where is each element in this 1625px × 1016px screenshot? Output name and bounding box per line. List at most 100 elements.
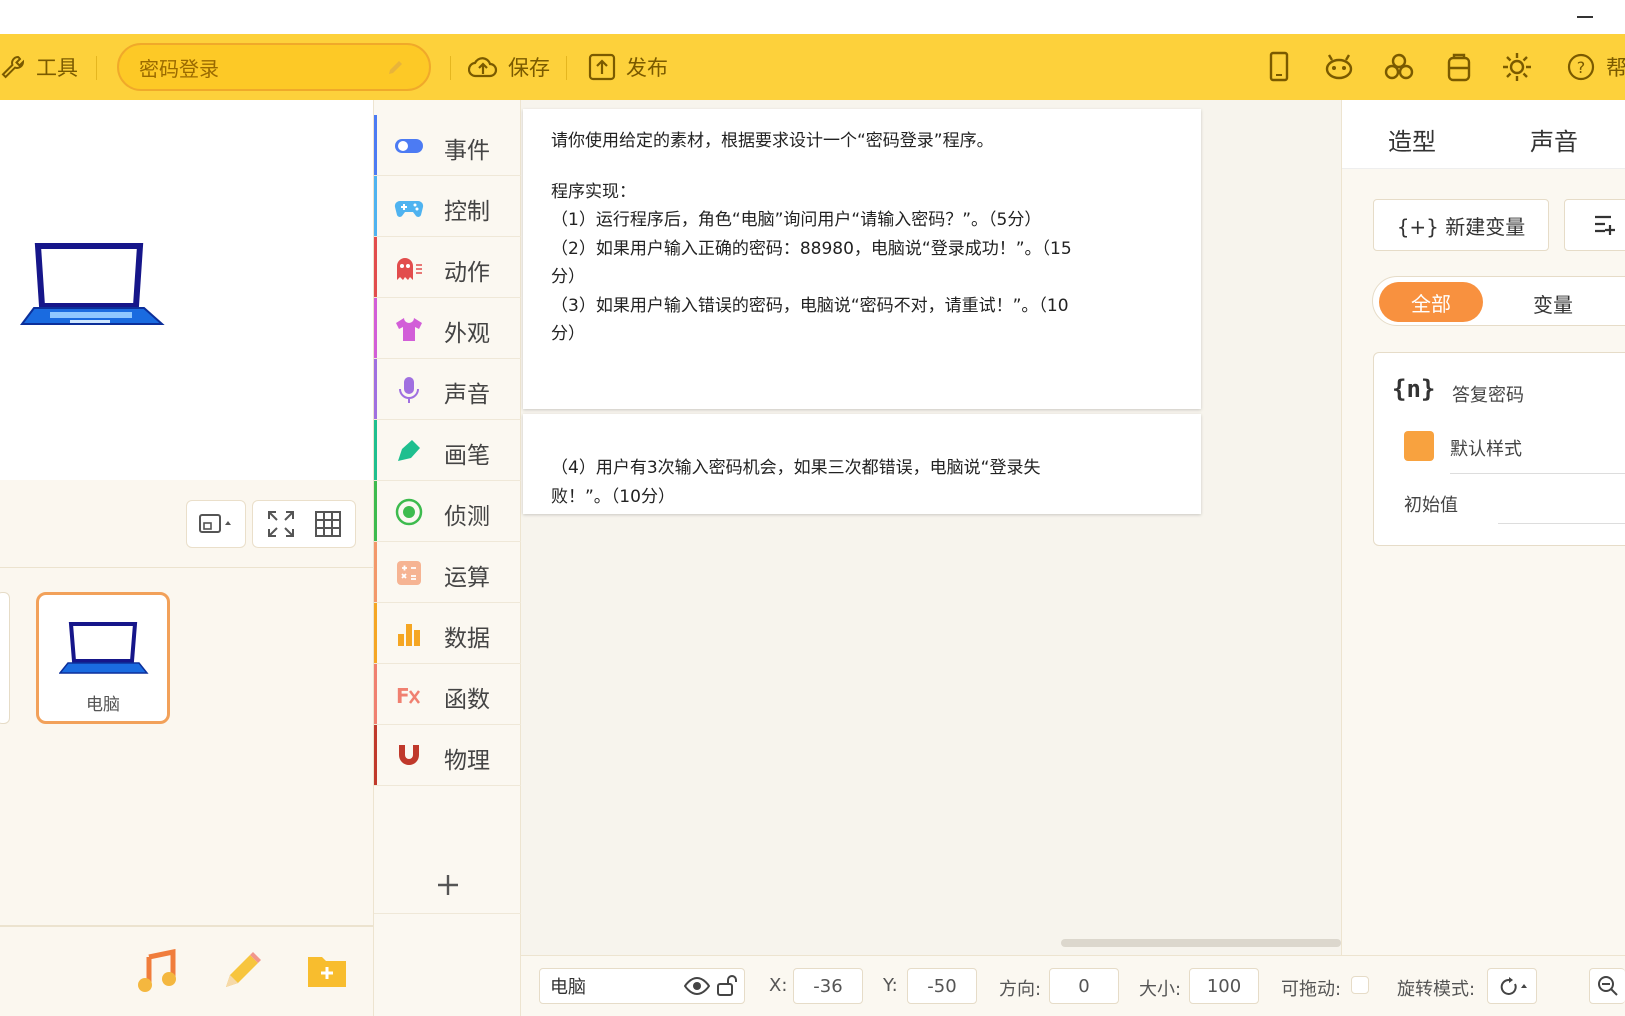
size-input[interactable]: 100 — [1189, 968, 1259, 1004]
magnet-icon — [399, 745, 419, 765]
direction-input[interactable]: 0 — [1049, 968, 1119, 1004]
variable-list-button[interactable] — [1564, 199, 1625, 251]
publish-label: 发布 — [626, 56, 668, 80]
paint-pencil-icon[interactable] — [218, 949, 264, 995]
task-item-3: （3）如果用户输入错误的密码，电脑说“密码不对，请重试！”。（10 — [551, 295, 1069, 316]
tab-sounds[interactable]: 声音 — [1530, 122, 1578, 157]
task-description-card-2: （4）用户有3次输入密码机会，如果三次都错误，电脑说“登录失 败！”。（10分） — [523, 414, 1201, 514]
pencil-icon[interactable] — [387, 58, 405, 76]
tools-menu[interactable]: 工具 — [0, 34, 78, 100]
publish-icon — [588, 53, 616, 81]
eye-icon[interactable] — [684, 976, 710, 996]
list-add-icon — [1595, 215, 1615, 235]
tab-costumes[interactable]: 造型 — [1388, 122, 1436, 157]
zoom-out-button[interactable] — [1589, 968, 1625, 1004]
save-label: 保存 — [508, 56, 550, 80]
stage-size-button[interactable] — [186, 500, 246, 548]
category-events[interactable]: 事件 — [374, 115, 521, 176]
category-label: 物理 — [444, 748, 490, 774]
shirt-icon — [396, 318, 422, 341]
folder-add-icon[interactable] — [306, 949, 348, 991]
category-control[interactable]: 控制 — [374, 176, 521, 237]
category-looks[interactable]: 外观 — [374, 298, 521, 359]
category-label: 侦测 — [444, 504, 490, 530]
divider — [1450, 473, 1625, 474]
ghost-icon — [397, 258, 422, 280]
sprite-name-value: 电脑 — [550, 977, 586, 998]
initial-value-input[interactable] — [1498, 523, 1625, 524]
variable-style[interactable]: 默认样式 — [1450, 435, 1522, 461]
grid-icon[interactable] — [314, 510, 342, 538]
robot-face-icon[interactable] — [1322, 50, 1356, 84]
category-label: 函数 — [444, 687, 490, 713]
add-extension-button[interactable] — [374, 856, 521, 914]
zoom-out-icon — [1597, 976, 1618, 996]
size-label: 大小: — [1139, 979, 1182, 1000]
laptop-sprite[interactable] — [20, 242, 165, 330]
x-label: X: — [769, 975, 788, 996]
style-color-swatch[interactable] — [1404, 431, 1434, 461]
tablet-icon[interactable] — [1262, 50, 1296, 84]
gear-icon[interactable] — [1500, 50, 1534, 84]
category-motion[interactable]: 动作 — [374, 237, 521, 298]
category-pen[interactable]: 画笔 — [374, 420, 521, 481]
fullscreen-icon[interactable] — [266, 509, 296, 539]
stage-canvas[interactable] — [0, 100, 373, 480]
category-label: 运算 — [444, 565, 490, 591]
horizontal-scrollbar[interactable] — [1061, 939, 1341, 947]
y-input[interactable]: -50 — [907, 968, 977, 1004]
variable-name: 答复密码 — [1452, 385, 1524, 406]
task-item-4-cont: 败！”。（10分） — [551, 486, 675, 507]
stage-tools — [0, 480, 373, 568]
variable-card[interactable]: {n} 答复密码 默认样式 初始值 — [1373, 352, 1625, 546]
category-color-bar — [374, 115, 377, 175]
category-label: 事件 — [444, 138, 490, 164]
sprite-card-partial[interactable] — [0, 592, 10, 724]
draggable-label: 可拖动: — [1281, 979, 1342, 1000]
category-color-bar — [374, 176, 377, 236]
wrench-icon — [1, 55, 25, 79]
category-physics[interactable]: 物理 — [374, 725, 521, 786]
pen-nib-icon — [398, 440, 420, 461]
sprite-properties-bar: 电脑 X: -36 Y: -50 方向: 0 大小: 100 可拖动: 旋转模式… — [521, 955, 1625, 1016]
backpack-icon[interactable] — [1442, 50, 1476, 84]
category-sound[interactable]: 声音 — [374, 359, 521, 420]
screen-size-icon — [199, 514, 231, 533]
publish-button[interactable]: 发布 — [588, 34, 668, 100]
extensions-icon[interactable] — [1382, 50, 1416, 84]
plus-icon — [437, 874, 458, 895]
help-icon: ? — [1567, 53, 1595, 81]
new-variable-button[interactable]: {+} 新建变量 — [1373, 199, 1549, 251]
category-sensing[interactable]: 侦测 — [374, 481, 521, 542]
rotation-mode-select[interactable] — [1487, 968, 1537, 1004]
save-button[interactable]: 保存 — [468, 34, 550, 100]
category-data[interactable]: 数据 — [374, 603, 521, 664]
divider — [96, 56, 97, 80]
microphone-icon — [399, 377, 419, 403]
category-color-bar — [374, 725, 377, 785]
sprite-card-computer[interactable]: 电脑 — [36, 592, 170, 724]
draggable-checkbox[interactable] — [1351, 976, 1369, 994]
right-panel: 造型 声音 {+} 新建变量 全部 变量 {n} 答复密码 默认样式 初始值 — [1341, 100, 1625, 955]
category-label: 动作 — [444, 260, 490, 286]
task-intro: 请你使用给定的素材，根据要求设计一个“密码登录”程序。 — [551, 131, 994, 151]
x-input[interactable]: -36 — [793, 968, 863, 1004]
category-label: 数据 — [444, 626, 490, 652]
minimize-button[interactable] — [1577, 16, 1593, 18]
category-functions[interactable]: F 函数 — [374, 664, 521, 725]
sprite-name-input[interactable]: 电脑 — [539, 968, 745, 1004]
category-operators[interactable]: 运算 — [374, 542, 521, 603]
gamepad-icon — [394, 200, 424, 217]
task-item-2: （2）如果用户输入正确的密码：88980，电脑说“登录成功！”。（15 — [551, 238, 1072, 259]
project-name-input[interactable]: 密码登录 — [117, 43, 431, 91]
divider — [566, 56, 567, 80]
category-color-bar — [374, 359, 377, 419]
filter-all-button[interactable]: 全部 — [1379, 282, 1483, 322]
filter-variable-button[interactable]: 变量 — [1533, 289, 1573, 318]
unlock-icon[interactable] — [716, 975, 740, 997]
asset-bar — [0, 925, 373, 1016]
title-bar — [0, 0, 1625, 34]
divider — [450, 56, 451, 80]
help-button[interactable]: ? 帮 — [1566, 34, 1625, 100]
music-note-icon[interactable] — [135, 949, 181, 995]
